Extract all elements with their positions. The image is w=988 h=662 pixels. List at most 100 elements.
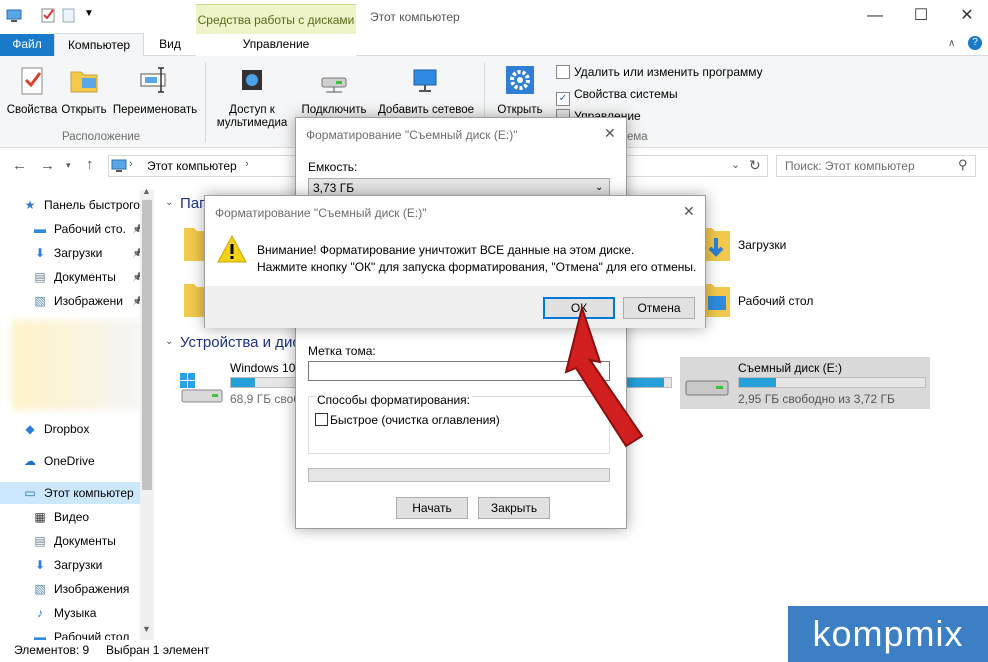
warning-dialog-title: Форматирование "Съемный диск (E:)": [215, 206, 427, 220]
computer-icon: [6, 9, 22, 22]
group-separator: [205, 62, 206, 142]
collapse-ribbon-icon[interactable]: ∧: [948, 38, 955, 49]
video-icon: ▦: [34, 510, 46, 524]
forward-arrow-icon[interactable]: →: [40, 157, 55, 174]
ribbon-tab-row: [0, 34, 988, 56]
tab-view[interactable]: Вид: [150, 34, 190, 56]
tab-computer[interactable]: Компьютер: [54, 33, 144, 57]
nav-item[interactable]: ▤ Документы: [32, 530, 116, 552]
nav-item[interactable]: ★ Панель быстрого: [22, 194, 140, 216]
nav-item[interactable]: ⬇ Загрузки: [32, 554, 102, 576]
properties-button[interactable]: Свойства: [4, 64, 60, 117]
warning-icon: [217, 234, 247, 263]
maximize-button[interactable]: ☐: [898, 0, 944, 32]
scroll-up-icon[interactable]: ▲: [142, 186, 151, 196]
context-tab-label: Средства работы с дисками: [197, 13, 355, 27]
nav-scrollbar-thumb[interactable]: [142, 200, 152, 490]
nav-item[interactable]: ▭ Этот компьютер: [22, 482, 134, 504]
quick-format-checkbox[interactable]: Быстрое (очистка оглавления): [315, 413, 500, 427]
nav-item[interactable]: ▧ Изображения: [32, 578, 129, 600]
removable-drive-free-text: 2,95 ГБ свободно из 3,72 ГБ: [738, 392, 895, 406]
help-icon[interactable]: ?: [968, 36, 982, 50]
tab-manage[interactable]: Управление: [196, 34, 356, 56]
nav-item-label: Загрузки: [54, 558, 103, 572]
system-properties-button[interactable]: ✓ Свойства системы: [556, 86, 776, 106]
nav-item-label: Загрузки: [54, 246, 103, 260]
checklist-icon: ✓: [556, 92, 570, 106]
removable-drive-usage-fill: [739, 378, 777, 387]
nav-item[interactable]: ☁ OneDrive: [22, 450, 95, 472]
capacity-value: 3,73 ГБ: [313, 181, 355, 195]
address-dropdown-icon[interactable]: ⌄: [731, 158, 740, 171]
media-access-label: Доступ к мультимедиа: [216, 104, 288, 129]
pictures-icon: ▧: [34, 294, 46, 308]
properties-qa-icon[interactable]: [40, 7, 56, 23]
breadcrumb[interactable]: Этот компьютер: [147, 159, 237, 173]
qa-dropdown-icon[interactable]: ▼: [84, 8, 94, 19]
scroll-down-icon[interactable]: ▼: [142, 624, 151, 634]
up-arrow-icon[interactable]: ↑: [86, 156, 94, 173]
window-title: Этот компьютер: [370, 10, 460, 24]
group-location-label: Расположение: [62, 131, 141, 143]
nav-item-label: Документы: [54, 534, 116, 548]
nav-item[interactable]: ▬ Рабочий сто. 📌: [32, 218, 143, 240]
open-button[interactable]: Открыть: [58, 64, 110, 117]
onedrive-icon: ☁: [24, 454, 36, 468]
nav-item[interactable]: ⬇ Загрузки 📌: [32, 242, 143, 264]
rename-button[interactable]: Переименовать: [110, 64, 200, 117]
warning-dialog-close-icon[interactable]: ✕: [683, 203, 695, 220]
collapse-chevron-icon[interactable]: ⌄: [165, 336, 173, 347]
documents-icon: ▤: [34, 270, 46, 284]
download-icon: ⬇: [34, 246, 46, 260]
dropbox-icon: ◆: [25, 422, 35, 436]
new-folder-qa-icon[interactable]: [62, 8, 76, 24]
group-system-label: ема: [627, 131, 648, 143]
windows-drive-label[interactable]: Windows 10: [230, 361, 295, 375]
nav-item-label: Изображени: [54, 294, 123, 308]
back-arrow-icon[interactable]: ←: [12, 157, 27, 174]
rename-label: Переименовать: [112, 104, 198, 116]
add-network-button[interactable]: Добавить сетевое: [374, 64, 478, 117]
nav-scrollbar[interactable]: ▲ ▼: [140, 186, 154, 640]
recent-chevron-icon[interactable]: ▾: [66, 160, 71, 171]
nav-item[interactable]: ▤ Документы 📌: [32, 266, 143, 288]
removable-drive-tile[interactable]: Съемный диск (E:) 2,95 ГБ свободно из 3,…: [680, 357, 930, 409]
music-icon: ♪: [37, 606, 43, 620]
nav-item[interactable]: ♪ Музыка: [32, 602, 96, 624]
capacity-label: Емкость:: [308, 160, 358, 174]
uninstall-button[interactable]: Удалить или изменить программу: [556, 64, 776, 84]
devices-header: Устройства и дис: [180, 334, 300, 351]
removable-drive-usage-bar: [738, 377, 926, 388]
checkbox-box: [315, 413, 328, 426]
nav-item-label: Документы: [54, 270, 116, 284]
tab-file[interactable]: Файл: [0, 34, 54, 56]
nav-item-label: Этот компьютер: [44, 486, 134, 500]
selected-count: Выбран 1 элемент: [106, 643, 210, 657]
collapse-chevron-icon[interactable]: ⌄: [165, 197, 173, 208]
media-access-button[interactable]: Доступ к мультимедиа: [210, 64, 294, 130]
nav-item-label: Видео: [54, 510, 90, 524]
start-button[interactable]: Начать: [396, 497, 468, 519]
nav-item[interactable]: ◆ Dropbox: [22, 418, 89, 440]
red-arrow-annotation: [564, 304, 644, 448]
minimize-button[interactable]: —: [852, 0, 898, 32]
downloads-label[interactable]: Загрузки: [738, 238, 786, 252]
format-dialog-close-icon[interactable]: ✕: [604, 125, 616, 142]
watermark-logo: kompmix: [788, 606, 988, 662]
breadcrumb-chevron-icon[interactable]: ›: [129, 158, 133, 170]
windows-drive-icon: [180, 373, 223, 403]
desktop-label[interactable]: Рабочий стол: [738, 294, 813, 308]
network-monitor-icon: [413, 69, 437, 92]
warning-message-line2: Нажмите кнопку "ОК" для запуска форматир…: [257, 260, 697, 274]
search-icon[interactable]: ⚲: [958, 157, 968, 173]
nav-item-label: Dropbox: [44, 422, 90, 436]
breadcrumb-chevron-icon[interactable]: ›: [245, 158, 249, 170]
refresh-icon[interactable]: ↻: [749, 157, 761, 174]
uninstall-icon: [556, 65, 570, 79]
close-window-button[interactable]: ✕: [944, 0, 988, 32]
nav-item[interactable]: ▧ Изображени 📌: [32, 290, 143, 312]
search-input[interactable]: Поиск: Этот компьютер: [776, 155, 976, 177]
close-button[interactable]: Закрыть: [478, 497, 550, 519]
nav-item[interactable]: ▦ Видео: [32, 506, 89, 528]
open-label: Открыть: [61, 104, 107, 116]
